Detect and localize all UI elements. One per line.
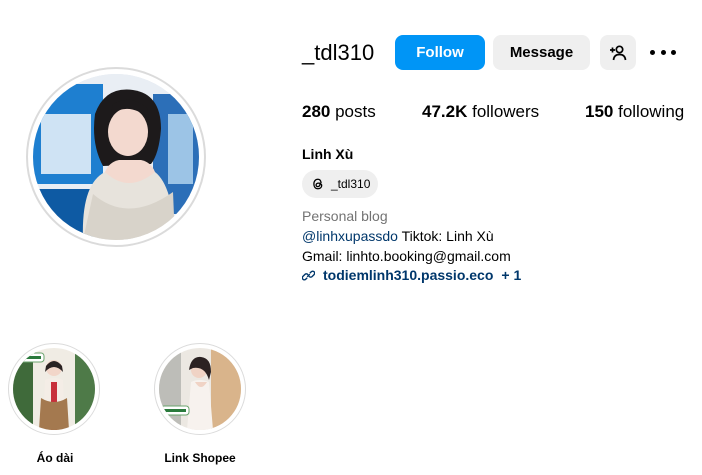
message-button[interactable]: Message [493,35,590,70]
more-dot [660,49,666,55]
following-stat[interactable]: 150 following [585,102,684,122]
bio-line-1: @linhxupassdo Tiktok: Linh Xù [302,227,494,245]
highlight-ao-dai-cover[interactable] [13,348,95,430]
add-person-icon [610,44,627,60]
bio-mention-link[interactable]: @linhxupassdo [302,228,398,244]
profile-category: Personal blog [302,208,388,224]
suggested-accounts-button[interactable] [600,35,636,70]
follow-button[interactable]: Follow [395,35,485,70]
followers-count: 47.2K [422,102,468,121]
highlight-cover-image [159,348,241,430]
link-more-count: + 1 [501,267,522,283]
bio-tiktok-text: Tiktok: Linh Xù [397,228,494,244]
followers-label: followers [467,102,540,121]
profile-full-name: Linh Xù [302,146,354,162]
profile-photo [33,74,199,240]
bio-line-2: Gmail: linhto.booking@gmail.com [302,248,511,264]
posts-stat: 280 posts [302,102,376,122]
threads-badge[interactable]: _tdl310 [302,170,379,198]
following-label: following [613,102,685,121]
threads-handle: _tdl310 [331,177,371,191]
followers-stat[interactable]: 47.2K followers [422,102,539,122]
highlight-cover-image [13,348,95,430]
posts-count: 280 [302,102,331,121]
profile-username: _tdl310 [302,40,375,65]
link-url: todiemlinh310.passio.eco [323,267,494,283]
posts-label: posts [330,102,376,121]
more-dot [671,49,676,55]
bio-external-link[interactable]: todiemlinh310.passio.eco + 1 [302,266,521,284]
highlight-link-shopee-cover[interactable] [159,348,241,430]
following-count: 150 [585,102,614,121]
highlight-ao-dai-label[interactable]: Áo dài [0,451,110,465]
link-icon [302,270,315,280]
threads-logo-icon [313,178,323,190]
more-dot [650,49,655,55]
profile-avatar[interactable] [33,74,199,240]
highlight-link-shopee-label[interactable]: Link Shopee [145,451,255,465]
more-options-icon[interactable] [650,40,676,64]
